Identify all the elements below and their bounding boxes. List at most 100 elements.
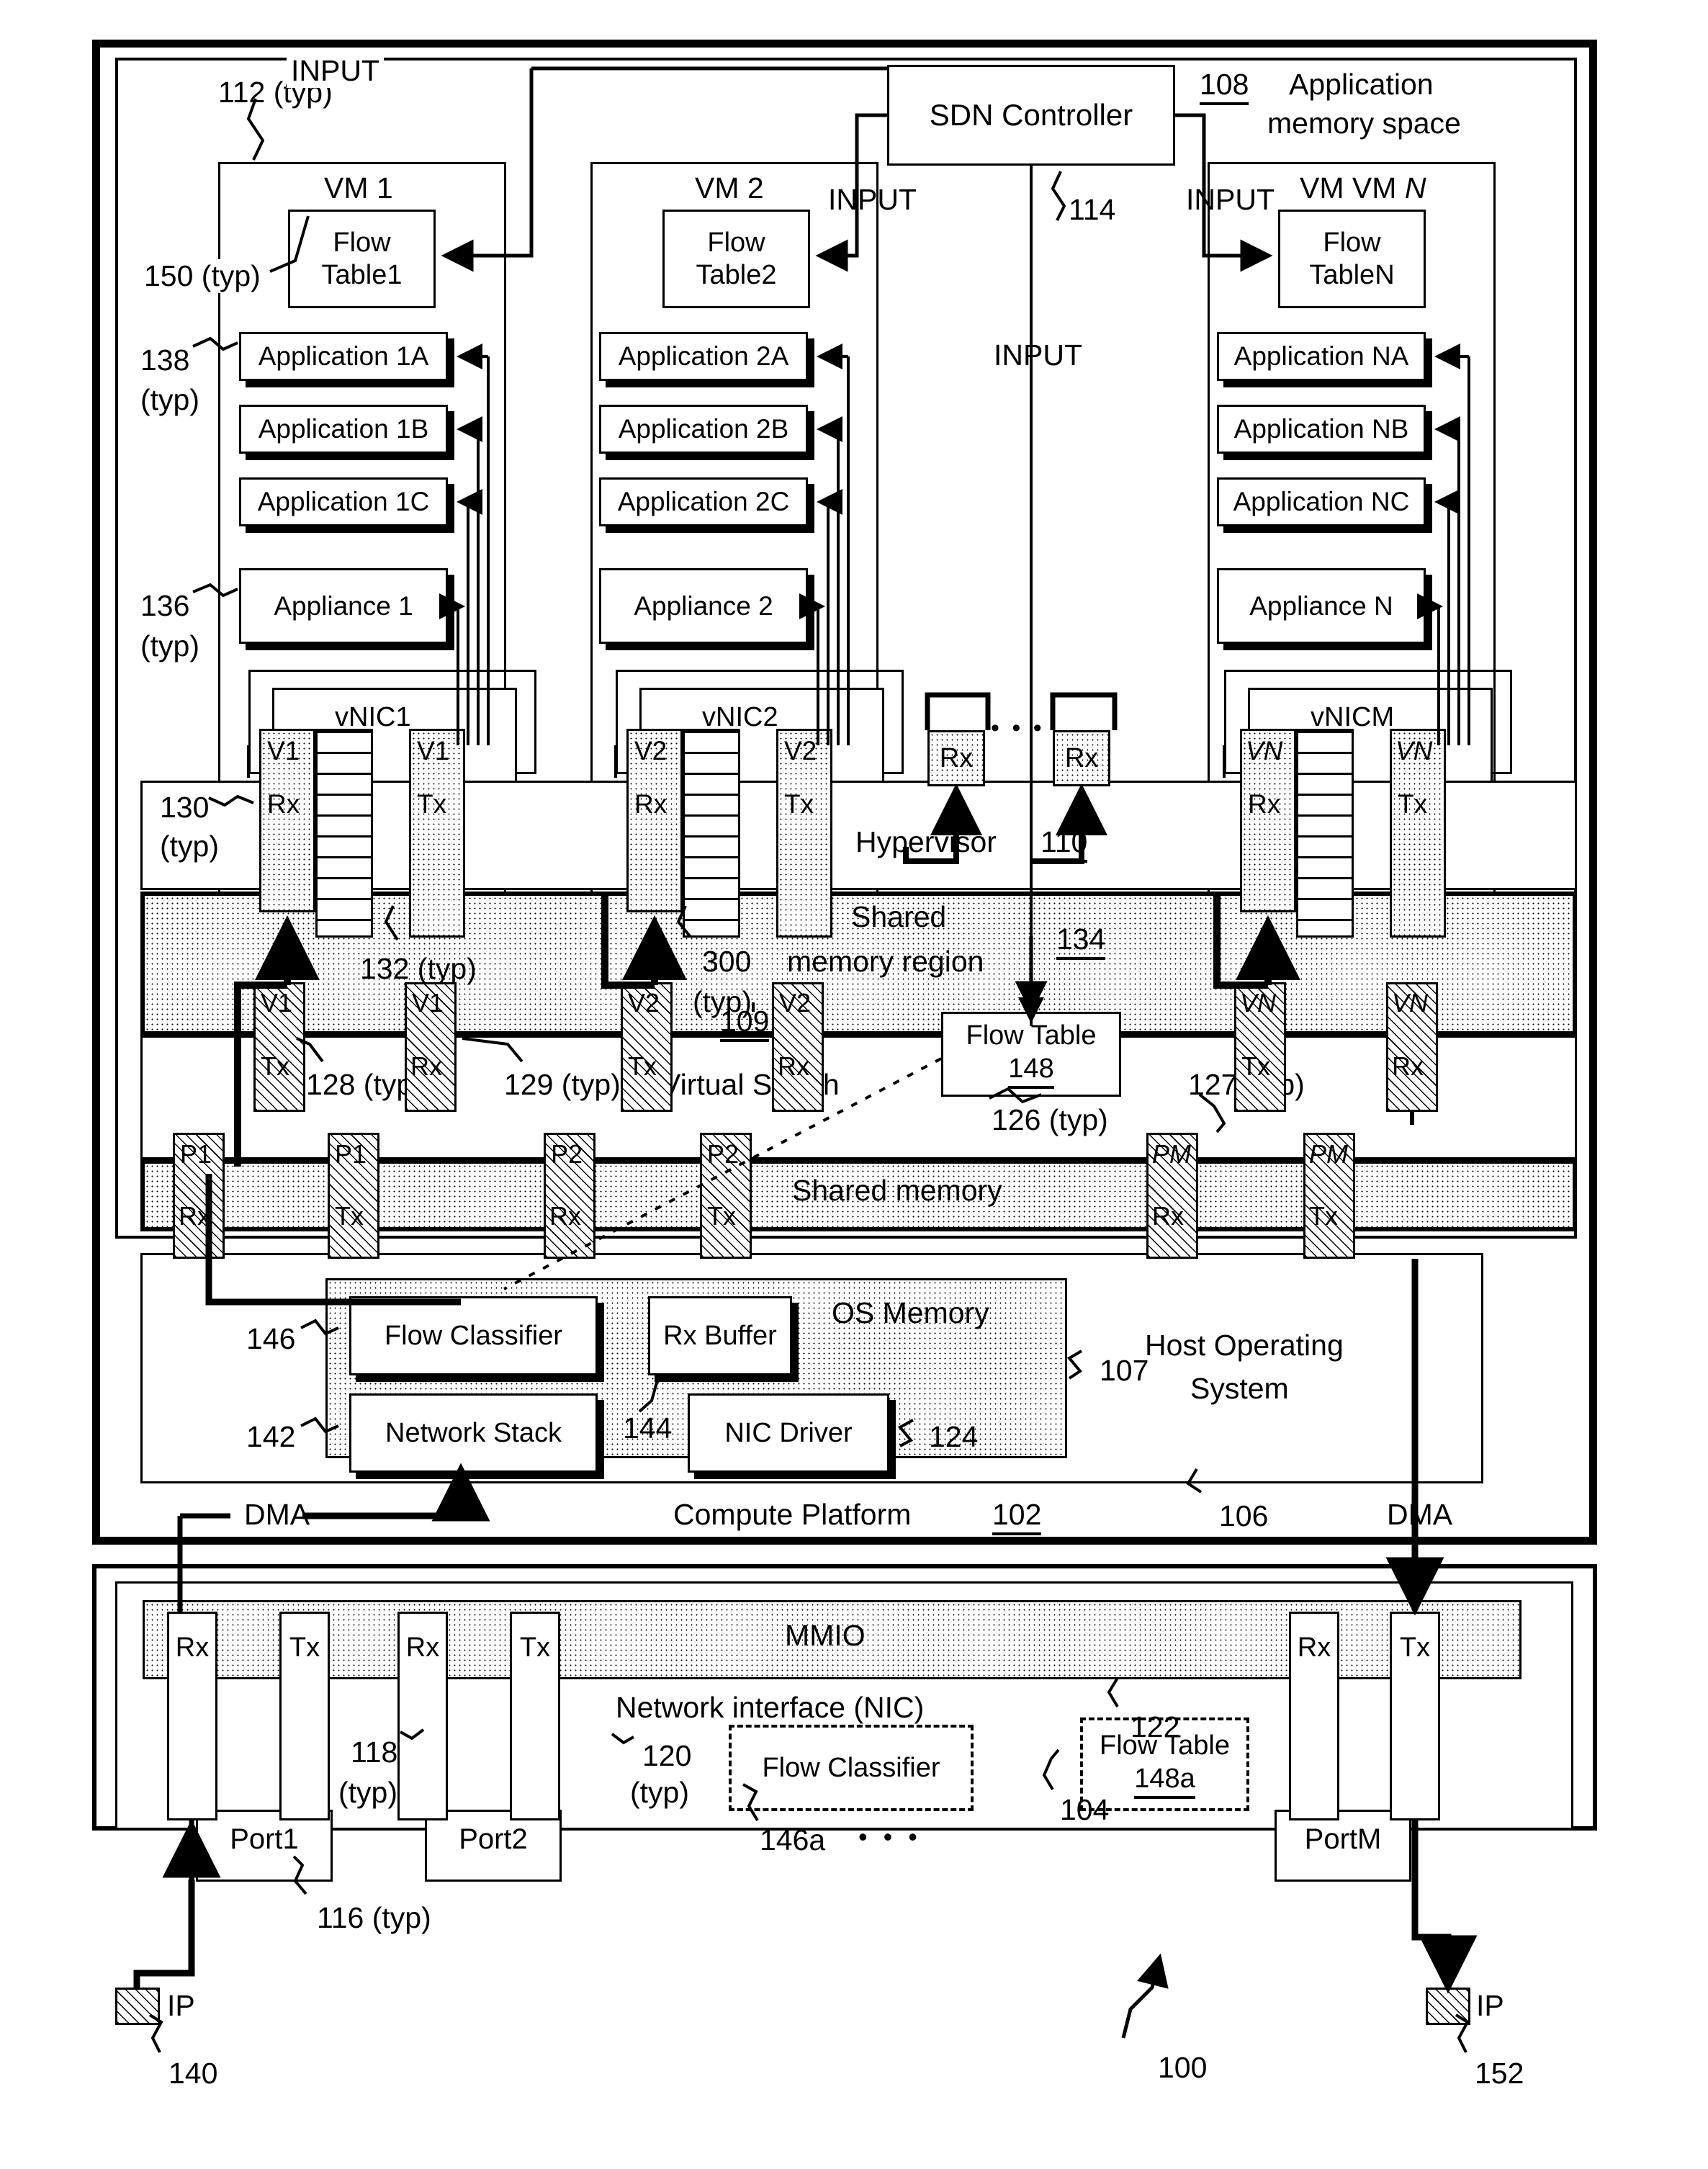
- os-memory-ref-107: 107: [1100, 1354, 1149, 1387]
- nic-queue-tx-2[interactable]: Tx: [510, 1612, 560, 1820]
- vm1-app-1a[interactable]: Application 1A: [239, 332, 448, 381]
- nic-queue-tx-m[interactable]: Tx: [1390, 1612, 1440, 1820]
- vmn-flow-table-line1: Flow: [1323, 227, 1381, 258]
- ref-138: 138: [140, 343, 190, 377]
- vmn-app-nb[interactable]: Application NB: [1217, 405, 1426, 454]
- figure-number: 100: [1158, 2051, 1208, 2084]
- virtual-switch-flow-table[interactable]: Flow Table 148: [941, 1012, 1121, 1097]
- vm1-app-1c[interactable]: Application 1C: [239, 477, 448, 526]
- vmn-app-na-label: Application NA: [1233, 341, 1409, 371]
- nic-portm[interactable]: PortM: [1275, 1810, 1411, 1882]
- ip-endpoint-left-ref: 140: [168, 2057, 218, 2090]
- vm2-appliance[interactable]: Appliance 2: [599, 568, 808, 644]
- nic-queue-rx-2[interactable]: Rx: [397, 1612, 448, 1820]
- vm2-flow-table-line1: Flow: [707, 227, 765, 258]
- ip-endpoint-left: [115, 1988, 160, 2025]
- sm-port-p2tx-top: P2: [707, 1139, 740, 1169]
- vm2-app-2b[interactable]: Application 2B: [599, 405, 808, 454]
- vm2-app-2a[interactable]: Application 2A: [599, 332, 808, 381]
- nic-ref-118: 118: [351, 1735, 398, 1769]
- vmn-app-na[interactable]: Application NA: [1217, 332, 1426, 381]
- vm2-app-2c[interactable]: Application 2C: [599, 477, 808, 526]
- sm-port-p1rx-top: P1: [180, 1139, 212, 1169]
- vm2-app-2b-label: Application 2B: [618, 414, 789, 444]
- ref-108: 108: [1200, 68, 1249, 105]
- vm1-app-1b-label: Application 1B: [258, 414, 429, 444]
- virtual-switch-flow-table-ref: 148: [1008, 1053, 1054, 1090]
- vsw-port-v2tx-top: V2: [628, 988, 660, 1018]
- vm2-app-2a-label: Application 2A: [618, 341, 789, 371]
- flow-classifier-os[interactable]: Flow Classifier: [349, 1296, 598, 1375]
- vnic2-rx-ladder: [683, 729, 740, 938]
- vm2-flow-table[interactable]: Flow Table2: [662, 210, 810, 308]
- sm-port-pmrx-top: PM: [1152, 1139, 1191, 1169]
- nic-flow-classifier[interactable]: Flow Classifier: [729, 1725, 974, 1811]
- host-os-ref-106: 106: [1219, 1499, 1269, 1532]
- nic-port1[interactable]: Port1: [196, 1810, 333, 1882]
- vmn-app-nc[interactable]: Application NC: [1217, 477, 1426, 526]
- nic-queue-rx-m-label: Rx: [1297, 1633, 1331, 1663]
- hypervisor-ref-110: 110: [1040, 825, 1088, 863]
- ref-130-typ: (typ): [160, 830, 219, 863]
- vnic1-tx-top: V1: [417, 736, 450, 765]
- ref-126: 126 (typ): [992, 1103, 1108, 1136]
- nic-queue-tx-2-label: Tx: [519, 1633, 551, 1663]
- flow-classifier-os-label: Flow Classifier: [384, 1320, 563, 1351]
- vm2-title: VM 2: [695, 171, 764, 205]
- ip-endpoint-right-ref: 152: [1475, 2057, 1524, 2090]
- hypervisor-rx-1[interactable]: Rx: [927, 730, 985, 786]
- hypervisor-rx-2[interactable]: Rx: [1053, 730, 1110, 786]
- vmn-app-nb-label: Application NB: [1233, 414, 1409, 444]
- vmn-appliance[interactable]: Appliance N: [1217, 568, 1426, 644]
- vmn-appliance-label: Appliance N: [1249, 590, 1393, 621]
- nic-ref-116: 116 (typ): [317, 1901, 431, 1934]
- nic-ellipsis: • • •: [858, 1822, 922, 1851]
- nic-port1-label: Port1: [230, 1823, 299, 1855]
- ref-144: 144: [623, 1411, 673, 1445]
- vm1-app-1b[interactable]: Application 1B: [239, 405, 448, 454]
- hypervisor-rx-1-label: Rx: [939, 742, 974, 773]
- nic-ref-120: 120: [642, 1739, 692, 1772]
- network-stack[interactable]: Network Stack: [349, 1393, 598, 1473]
- vsw-port-v2rx-top: V2: [779, 988, 812, 1018]
- nic-flow-classifier-label: Flow Classifier: [762, 1752, 940, 1783]
- vnic1-rx-top: V1: [267, 736, 300, 765]
- nic-title: Network interface (NIC): [616, 1691, 925, 1724]
- vm1-flow-table-line1: Flow: [333, 227, 391, 258]
- sdn-controller-box[interactable]: SDN Controller: [887, 65, 1175, 166]
- ref-146: 146: [246, 1322, 296, 1355]
- vsw-port-v1rx-bot: Rx: [410, 1051, 442, 1081]
- vnic1-tx-bot: Tx: [417, 789, 447, 819]
- nic-queue-rx-1[interactable]: Rx: [167, 1612, 217, 1820]
- nic-queue-tx-1[interactable]: Tx: [279, 1612, 330, 1820]
- vm1-flow-table[interactable]: Flow Table1: [288, 210, 436, 308]
- ref-142: 142: [246, 1420, 296, 1453]
- sm-port-p1rx-bot: Rx: [179, 1201, 210, 1231]
- vnicm-tx-top: VN: [1395, 736, 1433, 765]
- vm1-appliance[interactable]: Appliance 1: [239, 568, 448, 644]
- nic-ref-118-typ: (typ): [338, 1776, 397, 1809]
- virtual-switch-ref-109: 109: [720, 1005, 770, 1042]
- vnicm-tx-bot: Tx: [1398, 789, 1428, 819]
- nic-flow-table[interactable]: Flow Table 148a: [1080, 1717, 1249, 1811]
- nic-queue-rx-m[interactable]: Rx: [1289, 1612, 1339, 1820]
- host-os-line1: Host Operating: [1145, 1329, 1344, 1362]
- nic-ref-120-typ: (typ): [630, 1776, 689, 1809]
- vmn-title: VM VM NVM N: [1300, 171, 1426, 205]
- nic-port2[interactable]: Port2: [425, 1810, 562, 1882]
- nic-driver[interactable]: NIC Driver: [688, 1393, 889, 1473]
- vnic2-tx-top: V2: [784, 736, 817, 765]
- sdn-controller-label: SDN Controller: [929, 98, 1133, 132]
- vnic2-rx-bot: Rx: [634, 789, 668, 819]
- hypervisor-rx-2-label: Rx: [1064, 742, 1099, 773]
- nic-port2-label: Port2: [459, 1823, 528, 1855]
- ip-endpoint-left-label: IP: [167, 1989, 195, 2022]
- hypervisor-label: Hypervisor: [855, 825, 997, 859]
- ref-300: 300: [702, 945, 752, 978]
- vmn-app-nc-label: Application NC: [1233, 487, 1410, 516]
- vmn-flow-table[interactable]: Flow TableN: [1278, 210, 1426, 308]
- sm-port-p2rx-top: P2: [551, 1139, 583, 1169]
- ref-130: 130: [160, 791, 210, 824]
- vsw-port-vntx-top: VN: [1240, 988, 1277, 1018]
- rx-buffer[interactable]: Rx Buffer: [648, 1296, 792, 1375]
